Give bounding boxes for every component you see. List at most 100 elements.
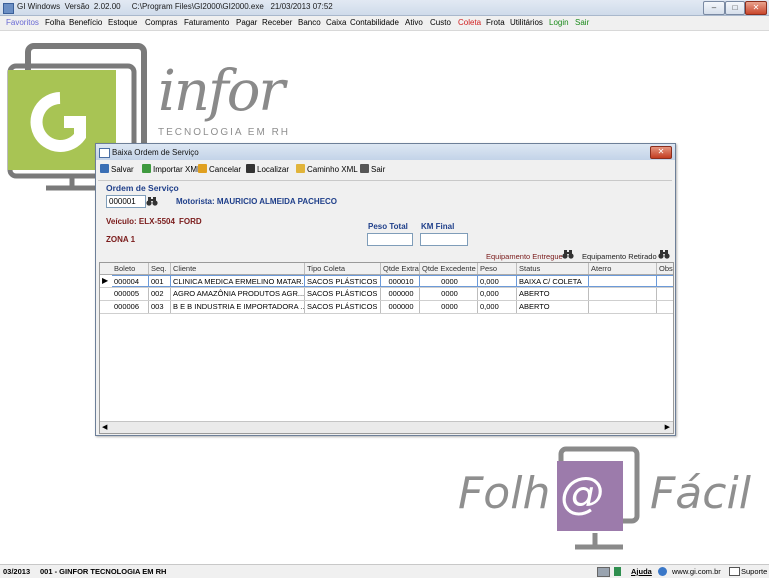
status-period: 03/2013 bbox=[3, 567, 31, 576]
menu-pagar[interactable]: Pagar bbox=[236, 18, 257, 27]
menu-sair[interactable]: Sair bbox=[575, 18, 589, 27]
site-link[interactable]: www.gi.com.br bbox=[672, 567, 721, 576]
importar-xml-button[interactable]: Importar XML bbox=[142, 163, 201, 177]
table-cell[interactable]: 003 bbox=[149, 301, 171, 313]
column-header[interactable]: Cliente bbox=[171, 263, 305, 274]
column-header[interactable]: Aterro bbox=[589, 263, 657, 274]
dialog-title: Baixa Ordem de Serviço bbox=[112, 148, 199, 157]
table-cell[interactable]: ABERTO bbox=[517, 288, 589, 300]
column-header[interactable]: Qtde Excedente bbox=[420, 263, 478, 274]
column-header[interactable]: Tipo Coleta bbox=[305, 263, 381, 274]
menu-ativo[interactable]: Ativo bbox=[405, 18, 423, 27]
caminho-xml-button[interactable]: Caminho XML bbox=[296, 163, 358, 177]
table-cell[interactable]: 000000 bbox=[381, 288, 420, 300]
menu-login[interactable]: Login bbox=[549, 18, 569, 27]
table-cell[interactable]: 0000 bbox=[420, 301, 478, 313]
scroll-right-arrow-icon[interactable]: ▶ bbox=[665, 423, 670, 431]
table-cell[interactable] bbox=[589, 275, 657, 287]
table-cell[interactable]: 002 bbox=[149, 288, 171, 300]
row-divider bbox=[100, 313, 673, 314]
menu-utilitarios[interactable]: Utilitários bbox=[510, 18, 543, 27]
help-link[interactable]: Ajuda bbox=[631, 567, 652, 576]
peso-total-input[interactable] bbox=[367, 233, 413, 246]
table-cell[interactable] bbox=[657, 288, 673, 300]
status-company: 001 - GINFOR TECNOLOGIA EM RH bbox=[40, 567, 167, 576]
menu-banco[interactable]: Banco bbox=[298, 18, 321, 27]
table-row[interactable]: 000006 003 B E B INDUSTRIA E IMPORTADORA .… bbox=[100, 301, 673, 313]
dialog-close-button[interactable]: ✕ bbox=[650, 146, 672, 159]
table-cell[interactable]: 0000 bbox=[420, 275, 478, 287]
menu-faturamento[interactable]: Faturamento bbox=[184, 18, 229, 27]
close-button[interactable]: ✕ bbox=[745, 1, 767, 15]
menu-contabilidade[interactable]: Contabilidade bbox=[350, 18, 399, 27]
folha-at-sign: @ bbox=[560, 468, 604, 519]
table-cell[interactable] bbox=[657, 301, 673, 313]
app-icon bbox=[3, 3, 14, 14]
table-cell[interactable]: BAIXA C/ COLETA bbox=[517, 275, 589, 287]
equip-retirado-binoculars-icon[interactable] bbox=[658, 250, 670, 259]
table-cell[interactable]: 0000 bbox=[420, 288, 478, 300]
sair-button[interactable]: Sair bbox=[360, 163, 385, 177]
table-row[interactable]: 000005 002 AGRO AMAZÔNIA PRODUTOS AGR... SA… bbox=[100, 288, 673, 300]
table-cell[interactable] bbox=[589, 288, 657, 300]
table-cell[interactable]: 001 bbox=[149, 275, 171, 287]
table-cell[interactable]: B E B INDUSTRIA E IMPORTADORA ... bbox=[171, 301, 305, 313]
folder-xml-icon bbox=[296, 164, 305, 173]
cancelar-button[interactable]: Cancelar bbox=[198, 163, 241, 177]
zona-label: ZONA 1 bbox=[106, 235, 136, 244]
localizar-button[interactable]: Localizar bbox=[246, 163, 289, 177]
table-cell[interactable]: 0,000 bbox=[478, 288, 517, 300]
column-header[interactable]: Peso bbox=[478, 263, 517, 274]
column-header[interactable]: Boleto bbox=[112, 263, 149, 274]
menu-beneficio[interactable]: Benefício bbox=[69, 18, 102, 27]
column-header[interactable]: Status bbox=[517, 263, 589, 274]
toolbar-button-label: Localizar bbox=[257, 165, 290, 174]
folha-text-right: Fácil bbox=[650, 468, 751, 519]
salvar-button[interactable]: Salvar bbox=[100, 163, 134, 177]
minimize-button[interactable]: – bbox=[703, 1, 725, 15]
table-cell[interactable]: 0,000 bbox=[478, 301, 517, 313]
search-ordem-binoculars-icon[interactable] bbox=[146, 197, 158, 206]
table-cell[interactable]: ABERTO bbox=[517, 301, 589, 313]
table-cell[interactable]: CLINICA MEDICA ERMELINO MATAR... bbox=[171, 275, 305, 287]
menu-coleta[interactable]: Coleta bbox=[458, 18, 481, 27]
table-cell[interactable]: 0,000 bbox=[478, 275, 517, 287]
calculator-icon[interactable] bbox=[614, 567, 621, 576]
keyboard-icon bbox=[597, 567, 610, 577]
table-cell[interactable]: 000004 bbox=[112, 275, 149, 287]
menu-caixa[interactable]: Caixa bbox=[326, 18, 346, 27]
grid-header: Boleto Seq. Cliente Tipo Coleta Qtde Extra Qt… bbox=[100, 263, 673, 275]
dialog-icon bbox=[99, 148, 110, 158]
equip-entregue-label: Equipamento Entregue bbox=[486, 252, 563, 261]
table-row[interactable]: ▶ 000004 001 CLINICA MEDICA ERMELINO MATAR.… bbox=[100, 275, 673, 287]
equip-entregue-binoculars-icon[interactable] bbox=[562, 250, 574, 259]
km-final-input[interactable] bbox=[420, 233, 468, 246]
table-cell[interactable]: 000005 bbox=[112, 288, 149, 300]
table-cell[interactable]: AGRO AMAZÔNIA PRODUTOS AGR... bbox=[171, 288, 305, 300]
table-cell[interactable] bbox=[657, 275, 673, 287]
menu-favoritos[interactable]: Favoritos bbox=[6, 18, 39, 27]
table-cell[interactable]: SACOS PLÁSTICOS bbox=[305, 301, 381, 313]
menu-custo[interactable]: Custo bbox=[430, 18, 451, 27]
table-cell[interactable]: 000000 bbox=[381, 301, 420, 313]
table-cell[interactable]: SACOS PLÁSTICOS bbox=[305, 275, 381, 287]
cancel-icon bbox=[198, 164, 207, 173]
menu-estoque[interactable]: Estoque bbox=[108, 18, 137, 27]
menu-receber[interactable]: Receber bbox=[262, 18, 292, 27]
menu-frota[interactable]: Frota bbox=[486, 18, 505, 27]
ordem-servico-input[interactable]: 000001 bbox=[106, 195, 146, 208]
scroll-left-arrow-icon[interactable]: ◀ bbox=[102, 423, 107, 431]
toolbar-button-label: Cancelar bbox=[209, 165, 242, 174]
table-cell[interactable] bbox=[589, 301, 657, 313]
grid-horizontal-scrollbar[interactable]: ◀ ▶ bbox=[100, 421, 673, 433]
column-header[interactable]: Qtde Extra bbox=[381, 263, 420, 274]
table-cell[interactable]: SACOS PLÁSTICOS bbox=[305, 288, 381, 300]
table-cell[interactable]: 000010 bbox=[381, 275, 420, 287]
table-cell[interactable]: 000006 bbox=[112, 301, 149, 313]
column-header[interactable]: Obse bbox=[657, 263, 673, 274]
column-header[interactable]: Seq. bbox=[149, 263, 171, 274]
menu-folha[interactable]: Folha bbox=[45, 18, 65, 27]
support-link[interactable]: Suporte bbox=[741, 567, 767, 576]
menu-compras[interactable]: Compras bbox=[145, 18, 177, 27]
maximize-button[interactable]: □ bbox=[725, 1, 745, 15]
